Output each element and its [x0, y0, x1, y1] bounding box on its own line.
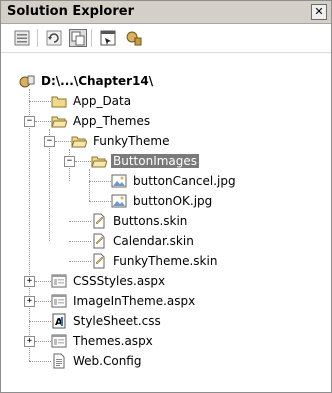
folder-icon: [51, 96, 67, 108]
tree-line: [89, 181, 111, 182]
config-file-icon: [53, 353, 65, 369]
tree-item-label: StyleSheet.css: [73, 314, 161, 328]
tree-item-label: ImageInTheme.aspx: [73, 294, 196, 308]
expander-app-themes[interactable]: −: [24, 116, 35, 127]
tree-item-label: App_Data: [73, 94, 132, 108]
tree-item-label: ButtonImages: [111, 154, 200, 168]
solution-explorer-panel: Solution Explorer ✕ − − − + + + D:\...\C…: [0, 0, 332, 393]
tree-line: [35, 341, 51, 342]
tree-line: [35, 281, 51, 282]
tree-item-app-themes[interactable]: App_Themes: [51, 111, 152, 131]
tree-item-calendar-skin[interactable]: Calendar.skin: [91, 231, 196, 251]
tree-item-label: Calendar.skin: [113, 234, 194, 248]
tree-line: [29, 101, 51, 102]
tree-line: [89, 201, 111, 202]
skin-file-icon: [93, 253, 105, 269]
tree-item-label: CSSStyles.aspx: [73, 274, 166, 288]
window-title: Solution Explorer: [7, 4, 134, 19]
expander-buttonimages[interactable]: −: [64, 156, 75, 167]
project-icon: [19, 75, 35, 88]
aspx-file-icon: [51, 274, 67, 288]
skin-file-icon: [93, 233, 105, 249]
tree-line: [29, 361, 51, 362]
close-button[interactable]: ✕: [311, 4, 327, 20]
tree-item-imageintheme-aspx[interactable]: ImageInTheme.aspx: [51, 291, 197, 311]
tree-item-themes-aspx[interactable]: Themes.aspx: [51, 331, 155, 351]
tree-item-app-data[interactable]: App_Data: [51, 91, 133, 111]
tree-line: [69, 241, 91, 242]
tree-line: [75, 161, 91, 162]
tree-root-label: D:\...\Chapter14\: [41, 74, 154, 88]
solution-tree: − − − + + + D:\...\Chapter14\ App_Data A…: [1, 53, 331, 391]
css-file-icon: A: [52, 313, 66, 329]
tree-item-buttoncancel-jpg[interactable]: buttonCancel.jpg: [111, 171, 238, 191]
nest-related-files-icon[interactable]: [69, 29, 87, 47]
copy-website-icon[interactable]: [125, 29, 143, 47]
tree-item-label: FunkyTheme.skin: [113, 254, 218, 268]
tree-item-funkytheme-skin[interactable]: FunkyTheme.skin: [91, 251, 219, 271]
expander-themes[interactable]: +: [24, 336, 35, 347]
tree-item-label: FunkyTheme: [93, 134, 170, 148]
folder-open-icon: [71, 136, 87, 148]
tree-item-stylesheet-css[interactable]: A StyleSheet.css: [51, 311, 163, 331]
tree-line: [69, 261, 91, 262]
tree-line: [35, 121, 51, 122]
tree-item-funkytheme[interactable]: FunkyTheme: [71, 131, 171, 151]
tree-item-label: Buttons.skin: [113, 214, 188, 228]
tree-item-buttonok-jpg[interactable]: buttonOK.jpg: [111, 191, 214, 211]
tree-item-label: Themes.aspx: [73, 334, 153, 348]
skin-file-icon: [93, 213, 105, 229]
aspx-file-icon: [51, 334, 67, 348]
tree-line: [69, 221, 91, 222]
image-file-icon: [111, 194, 127, 208]
expander-cssstyles[interactable]: +: [24, 276, 35, 287]
tree-item-web-config[interactable]: Web.Config: [51, 351, 143, 371]
folder-open-icon: [91, 156, 107, 168]
tree-line: [35, 301, 51, 302]
toolbar: [1, 24, 331, 53]
aspx-file-icon: [51, 294, 67, 308]
view-designer-icon[interactable]: [99, 29, 117, 47]
properties-icon[interactable]: [13, 29, 31, 47]
tree-item-buttonimages[interactable]: ButtonImages: [91, 151, 200, 171]
title-bar: Solution Explorer ✕: [1, 1, 331, 24]
tree-item-label: App_Themes: [73, 114, 151, 128]
image-file-icon: [111, 174, 127, 188]
tree-item-label: buttonCancel.jpg: [133, 174, 236, 188]
tree-line: [55, 141, 71, 142]
refresh-icon[interactable]: [45, 29, 63, 47]
tree-line: [29, 321, 51, 322]
tree-item-cssstyles-aspx[interactable]: CSSStyles.aspx: [51, 271, 167, 291]
folder-open-icon: [51, 116, 67, 128]
tree-line: [89, 169, 90, 201]
tree-item-label: buttonOK.jpg: [133, 194, 213, 208]
tree-item-label: Web.Config: [73, 354, 142, 368]
tree-item-buttons-skin[interactable]: Buttons.skin: [91, 211, 189, 231]
tree-root-project[interactable]: D:\...\Chapter14\: [19, 71, 155, 91]
expander-imageintheme[interactable]: +: [24, 296, 35, 307]
expander-funkytheme[interactable]: −: [44, 136, 55, 147]
